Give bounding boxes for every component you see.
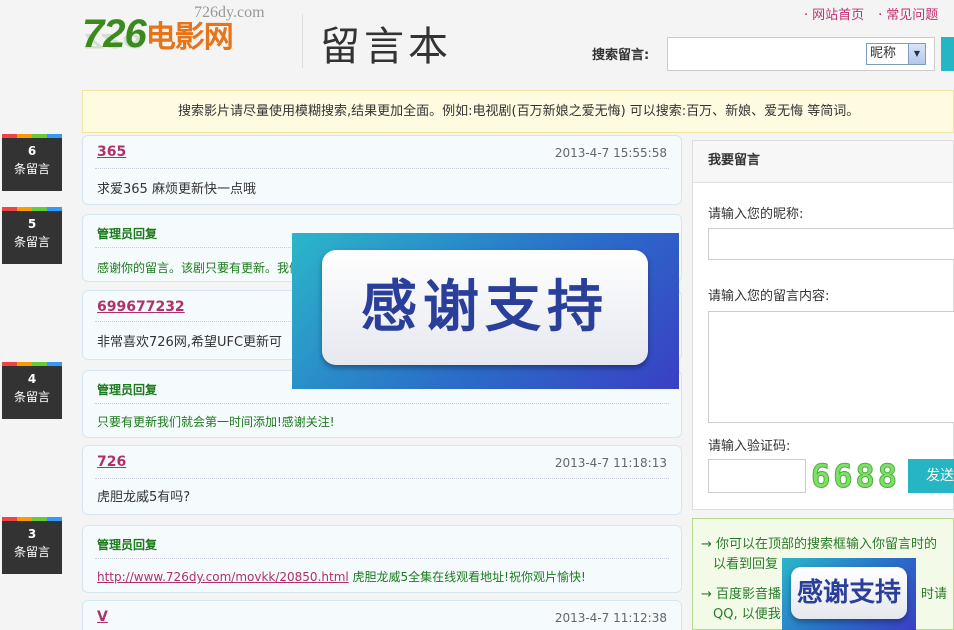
search-type-select[interactable]: 昵称 ▼	[866, 43, 926, 65]
admin-reply-body: 感谢你的留言。该剧只要有更新。我们	[97, 261, 302, 275]
badge-unit: 条留言	[13, 390, 50, 404]
banner-text: 感谢支持	[322, 250, 648, 365]
link-faq[interactable]: 常见问题	[886, 8, 938, 23]
tip-text: 百度影音播	[716, 587, 782, 602]
nickname-label: 请输入您的昵称:	[708, 207, 804, 222]
message-body: 非常喜欢726网,希望UFC更新可	[97, 335, 283, 350]
admin-reply-label: 管理员回复	[97, 227, 158, 241]
message-body: 求爱365 麻烦更新快一点哦	[97, 182, 256, 197]
badge-unit: 条留言	[13, 162, 50, 176]
tip-item: 时请	[921, 585, 951, 605]
message-divider	[95, 478, 669, 479]
message-time: 2013-4-7 11:18:13	[554, 456, 667, 470]
search-select-value: 昵称	[870, 46, 897, 61]
nickname-input[interactable]	[708, 228, 954, 260]
badge-number: 3	[27, 527, 37, 541]
badge-number: 4	[27, 372, 37, 386]
admin-reply-label: 管理员回复	[97, 538, 158, 552]
message-count-badge: 3 条留言	[2, 517, 62, 574]
chevron-down-icon[interactable]: ▼	[908, 44, 925, 64]
badge-number: 5	[27, 217, 37, 231]
message-author[interactable]: V	[97, 609, 108, 625]
tip-text: 时请	[921, 587, 948, 602]
message-divider	[95, 403, 669, 404]
message-divider	[95, 558, 669, 559]
thanks-banner-small[interactable]: 感谢支持	[782, 558, 916, 630]
admin-reply-card: 管理员回复 http://www.726dy.com/movkk/20850.h…	[82, 525, 682, 593]
message-card: 365 2013-4-7 15:55:58 求爱365 麻烦更新快一点哦	[82, 135, 682, 205]
badge-number: 6	[27, 144, 37, 158]
submit-button[interactable]: 发送	[908, 459, 954, 493]
tip-text: QQ, 以便我	[713, 607, 781, 622]
message-body: 虎胆龙威5有吗?	[97, 490, 191, 505]
admin-reply-text: 虎胆龙威5全集在线观看地址!祝你观片愉快!	[348, 570, 586, 584]
search-button[interactable]	[941, 37, 954, 71]
thanks-banner-large[interactable]: 感谢支持	[292, 233, 679, 389]
admin-reply-label: 管理员回复	[97, 383, 158, 397]
admin-reply-body: http://www.726dy.com/movkk/20850.html 虎胆…	[97, 568, 586, 585]
admin-reply-body: 只要有更新我们就会第一时间添加!感谢关注!	[97, 415, 335, 429]
search-label: 搜索留言:	[592, 48, 650, 63]
link-bullet: ·	[804, 8, 809, 23]
tip-text: 你可以在顶部的搜索框输入你留言时的	[716, 537, 938, 552]
admin-reply-link[interactable]: http://www.726dy.com/movkk/20850.html	[97, 570, 349, 584]
content-textarea[interactable]	[708, 311, 954, 423]
post-message-panel: 我要留言 请输入您的昵称: 请输入您的留言内容: 请输入验证码: 6688 发送	[692, 140, 954, 510]
message-card: V 2013-4-7 11:12:38	[82, 600, 682, 630]
top-links: · 网站首页 · 常见问题	[804, 4, 952, 23]
link-home[interactable]: 网站首页	[812, 8, 864, 23]
message-author[interactable]: 699677232	[97, 299, 185, 315]
message-count-badge: 4 条留言	[2, 362, 62, 419]
site-logo[interactable]: 726dy.com 726电影网 726	[82, 4, 282, 84]
panel-title: 我要留言	[693, 141, 953, 183]
logo-cn: 电影网	[145, 21, 234, 54]
header-divider	[302, 14, 303, 68]
message-count-badge: 5 条留言	[2, 207, 62, 264]
captcha-image[interactable]: 6688	[810, 457, 900, 496]
logo-reflection: 726	[82, 29, 143, 54]
message-time: 2013-4-7 11:12:38	[554, 611, 667, 625]
message-author[interactable]: 726	[97, 454, 126, 470]
message-card: 726 2013-4-7 11:18:13 虎胆龙威5有吗?	[82, 445, 682, 515]
message-count-badge: 6 条留言	[2, 134, 62, 191]
captcha-input[interactable]	[708, 459, 806, 493]
badge-unit: 条留言	[13, 545, 50, 559]
captcha-label: 请输入验证码:	[708, 439, 791, 454]
message-author[interactable]: 365	[97, 144, 126, 160]
page-title: 留言本	[320, 24, 452, 70]
message-divider	[95, 168, 669, 169]
tip-item: → 你可以在顶部的搜索框输入你留言时的	[701, 535, 951, 555]
message-time: 2013-4-7 15:55:58	[554, 146, 667, 160]
tip-text: 以看到回复	[713, 557, 779, 572]
content-label: 请输入您的留言内容:	[708, 289, 830, 304]
search-notice: 搜索影片请尽量使用模糊搜索,结果更加全面。例如:电视剧(百万新娘之爱无悔) 可以…	[82, 90, 954, 133]
link-bullet: ·	[878, 8, 883, 23]
badge-unit: 条留言	[13, 235, 50, 249]
banner-text: 感谢支持	[791, 567, 907, 619]
